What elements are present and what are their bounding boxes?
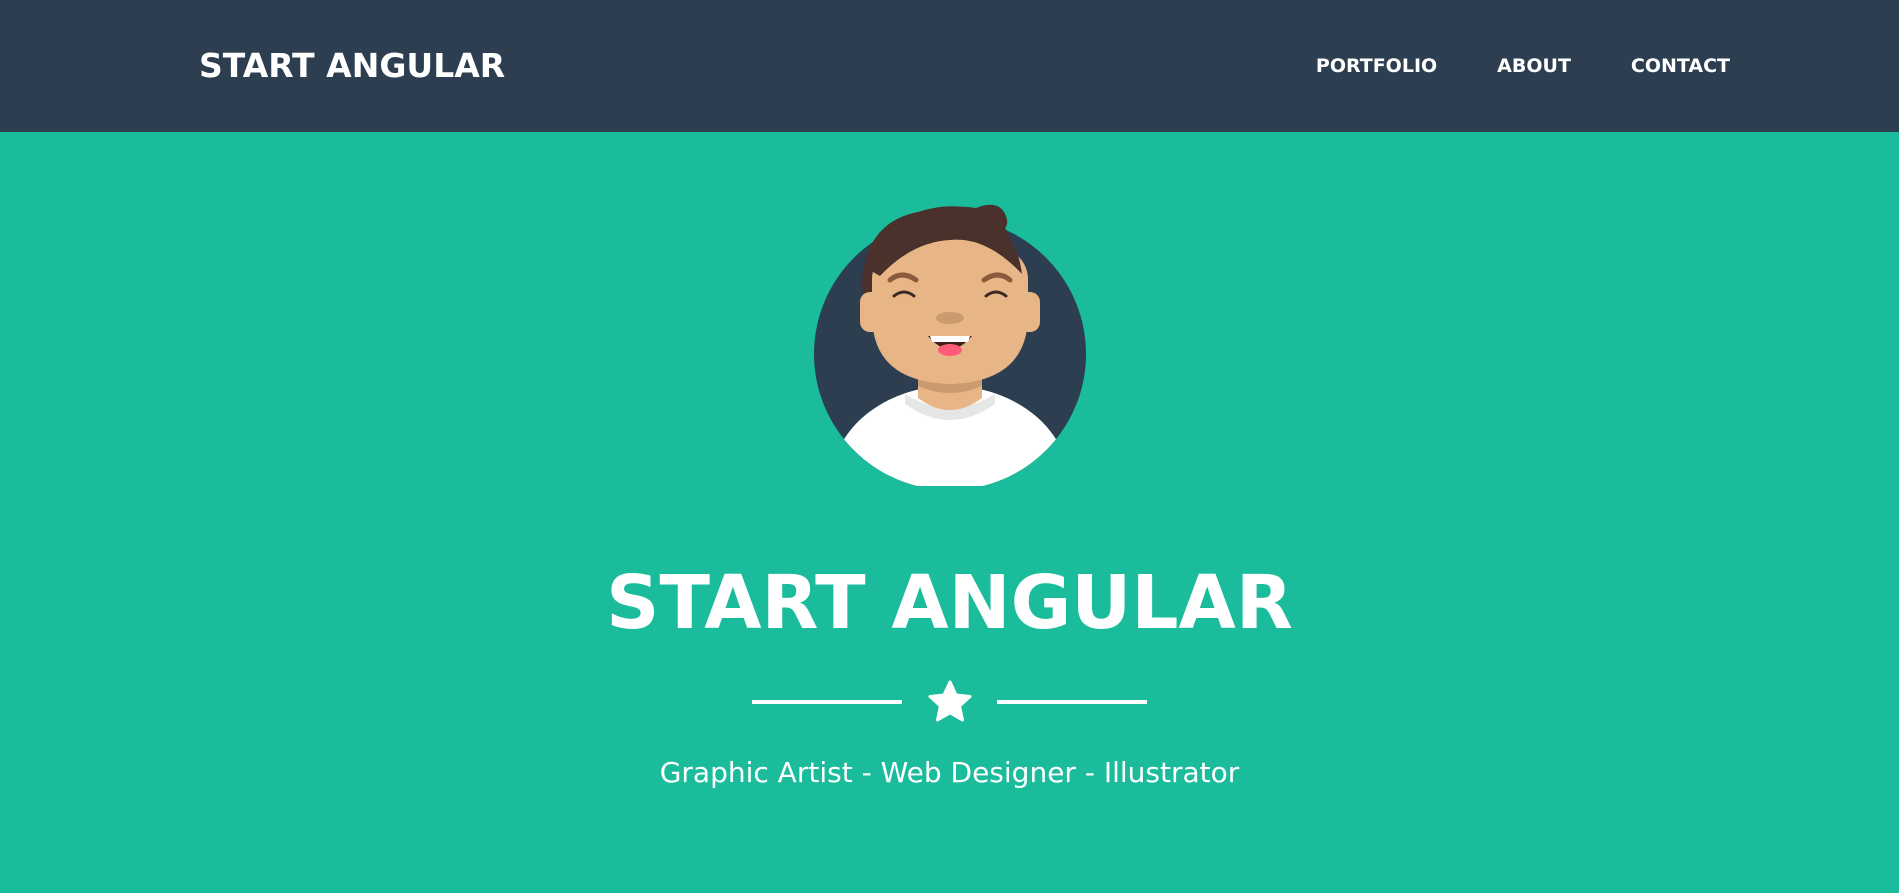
nav-links: PORTFOLIO ABOUT CONTACT xyxy=(1256,54,1730,78)
nav-link-contact[interactable]: CONTACT xyxy=(1631,54,1730,78)
hero-subtitle: Graphic Artist - Web Designer - Illustra… xyxy=(659,756,1240,789)
star-divider xyxy=(752,680,1147,724)
divider-line-left xyxy=(752,700,902,704)
hero-section: START ANGULAR Graphic Artist - Web Desig… xyxy=(0,132,1899,893)
hero-title: START ANGULAR xyxy=(606,560,1293,646)
smiling-person-avatar-icon xyxy=(814,204,1086,486)
navbar: START ANGULAR PORTFOLIO ABOUT CONTACT xyxy=(0,0,1899,132)
nav-link-about[interactable]: ABOUT xyxy=(1497,54,1571,78)
divider-line-right xyxy=(997,700,1147,704)
nav-link-portfolio[interactable]: PORTFOLIO xyxy=(1316,54,1437,78)
brand-link[interactable]: START ANGULAR xyxy=(199,46,505,86)
star-icon xyxy=(928,680,972,722)
